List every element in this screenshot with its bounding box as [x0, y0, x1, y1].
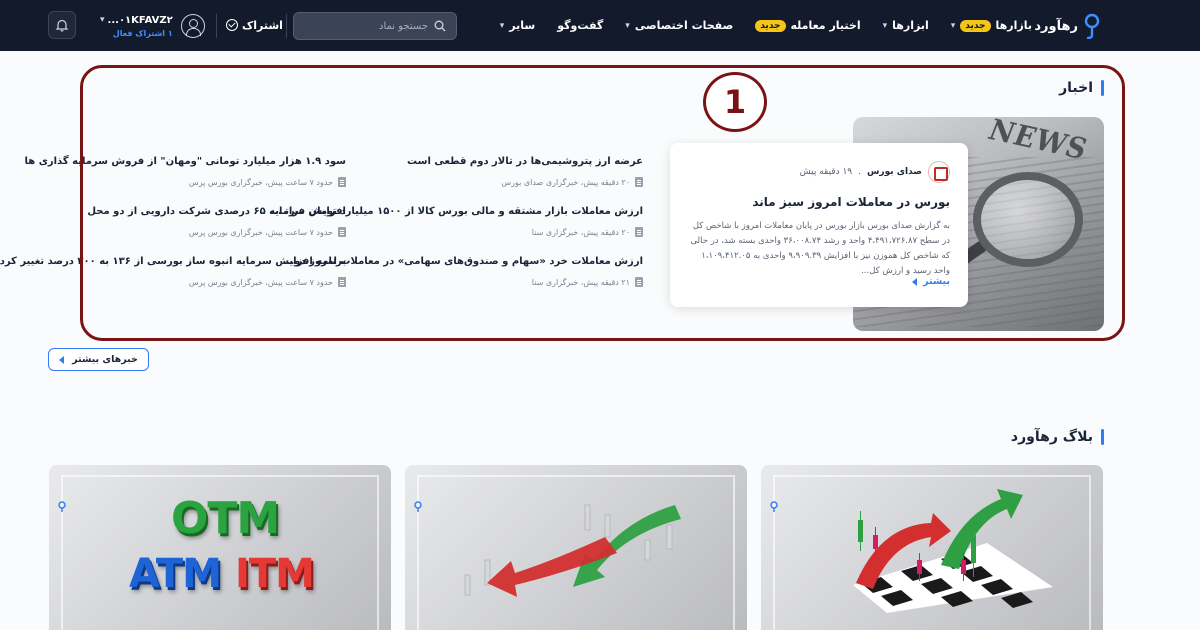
nav-item-markets[interactable]: بازارها جدید ▾ — [951, 19, 1032, 32]
annotation-number-marker: 1 — [703, 72, 767, 132]
avatar-icon — [180, 14, 205, 38]
search-box[interactable] — [293, 12, 457, 40]
more-news-label: خبرهای بیشتر — [72, 354, 138, 365]
user-subscription: ۱ اشتراک فعال — [112, 28, 173, 38]
chessboard-trading-illustration — [853, 489, 1053, 613]
blog-section-title: بلاگ رهآورد — [1011, 429, 1104, 445]
arrows-trading-illustration — [464, 504, 681, 597]
nav-label: گفت‌وگو — [557, 19, 604, 32]
bell-icon — [55, 19, 69, 32]
nav-label: سایر — [509, 19, 536, 32]
section-title-text: بلاگ رهآورد — [1010, 429, 1093, 445]
nav-label: صفحات اختصاصی — [634, 19, 734, 32]
divider — [286, 14, 287, 38]
arrow-left-icon — [59, 355, 65, 364]
nav-item-other[interactable]: سایر ▾ — [500, 19, 535, 32]
nav-label: بازارها — [995, 19, 1032, 32]
nav-item-tools[interactable]: ابزارها ▾ — [883, 19, 929, 32]
divider — [216, 14, 217, 38]
more-news-button[interactable]: خبرهای بیشتر — [48, 348, 149, 371]
chevron-down-icon: ▾ — [625, 20, 630, 31]
blog-card[interactable] — [405, 465, 747, 630]
nav-item-options[interactable]: اختیار معامله جدید — [755, 19, 861, 32]
logo-pin-icon — [58, 501, 66, 512]
subscribe-button[interactable]: اشتراک — [226, 14, 283, 36]
nav-item-private-pages[interactable]: صفحات اختصاصی ▾ — [625, 19, 733, 32]
title-accent-bar — [1101, 429, 1104, 445]
subscribe-label: اشتراک — [242, 18, 283, 32]
user-menu[interactable]: ۰۱KFAVZ۲... ▾ ۱ اشتراک فعال — [100, 10, 205, 42]
new-badge: جدید — [960, 19, 991, 32]
user-info: ۰۱KFAVZ۲... ▾ ۱ اشتراک فعال — [100, 15, 173, 38]
new-badge: جدید — [755, 19, 786, 32]
itm-label: ITM — [235, 551, 315, 597]
nav-item-chat[interactable]: گفت‌وگو — [557, 19, 603, 32]
logo-text: رهآورد — [1034, 18, 1078, 34]
annotation-highlight-frame — [80, 65, 1125, 341]
atm-label: ATM — [129, 551, 222, 597]
blog-card[interactable]: OTM ATM ITM — [49, 465, 391, 630]
main-nav: بازارها جدید ▾ ابزارها ▾ اختیار معامله ج… — [500, 0, 1032, 51]
user-name: ۰۱KFAVZ۲... ▾ — [100, 15, 173, 26]
chevron-down-icon: ▾ — [100, 15, 105, 25]
site-logo[interactable]: رهآورد — [1034, 12, 1100, 40]
chevron-down-icon: ▾ — [882, 20, 888, 31]
nav-label: اختیار معامله — [790, 19, 861, 32]
chevron-down-icon: ▾ — [950, 20, 956, 31]
notifications-button[interactable] — [48, 11, 76, 39]
chevron-down-icon: ▾ — [499, 20, 505, 31]
nav-label: ابزارها — [892, 19, 929, 32]
top-navbar: رهآورد بازارها جدید ▾ ابزارها ▾ اختیار م… — [0, 0, 1200, 51]
blog-card[interactable] — [761, 465, 1103, 630]
search-input[interactable] — [308, 20, 428, 32]
search-icon — [434, 20, 446, 32]
check-circle-icon — [226, 19, 238, 31]
user-id: ۰۱KFAVZ۲... — [107, 14, 173, 26]
logo-icon — [1084, 13, 1100, 39]
otm-label: OTM — [171, 493, 280, 544]
